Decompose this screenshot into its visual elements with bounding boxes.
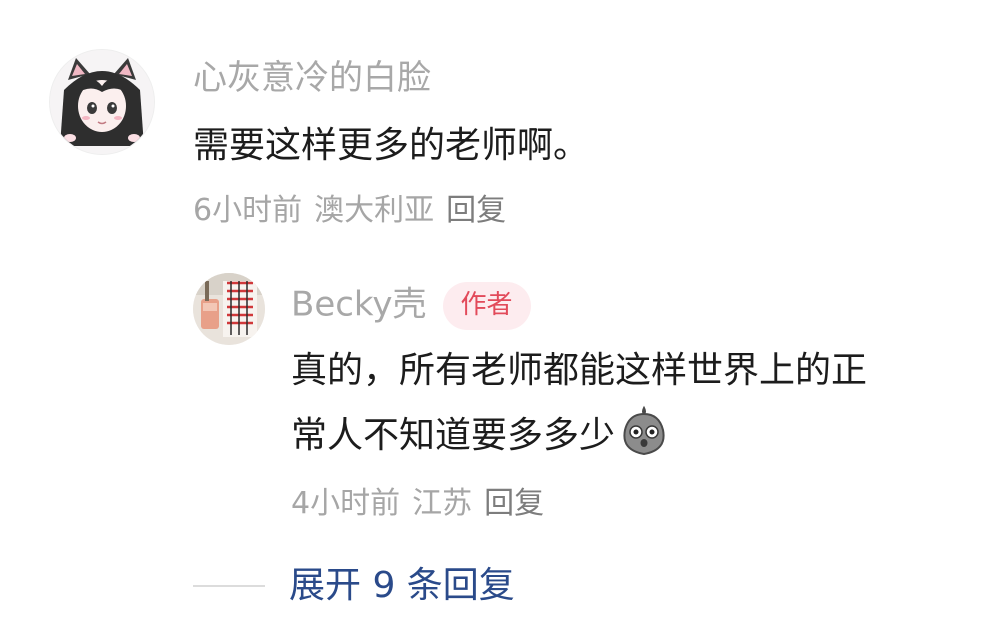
reply-reply-button[interactable]: 回复 <box>484 486 544 521</box>
reply-user-avatar[interactable] <box>193 273 265 345</box>
photo-avatar-icon <box>193 273 265 345</box>
reply-username[interactable]: Becky壳 <box>291 285 427 325</box>
comment-username[interactable]: 心灰意冷的白脸 <box>193 56 431 100</box>
author-badge: 作者 <box>442 282 531 330</box>
user-avatar[interactable] <box>49 49 155 155</box>
comment-location: 澳大利亚 <box>314 193 435 228</box>
reply-text-line2-row: 常人不知道要多多少 <box>291 404 671 466</box>
reply-meta: 4小时前 江苏 回复 <box>291 484 556 524</box>
expand-replies-label[interactable]: 展开 9 条回复 <box>289 561 515 611</box>
reply-button[interactable]: 回复 <box>446 193 506 228</box>
comment-text: 需要这样更多的老师啊。 <box>193 125 590 166</box>
reply-text-line2: 常人不知道要多多少 <box>291 415 616 456</box>
reply-location: 江苏 <box>412 486 473 521</box>
comment-meta: 6小时前 澳大利亚 回复 <box>193 191 518 231</box>
reply-text-line1: 真的，所有老师都能这样世界上的正 <box>291 350 868 391</box>
reply-username-row: Becky壳 作者 <box>291 282 531 330</box>
expand-divider <box>193 585 265 587</box>
comment-time: 6小时前 <box>193 193 303 228</box>
reply-time: 4小时前 <box>291 486 401 521</box>
anime-cat-girl-avatar-icon <box>50 50 154 154</box>
surprised-bird-emoji-icon <box>617 404 671 458</box>
expand-replies[interactable]: 展开 9 条回复 <box>193 561 515 611</box>
